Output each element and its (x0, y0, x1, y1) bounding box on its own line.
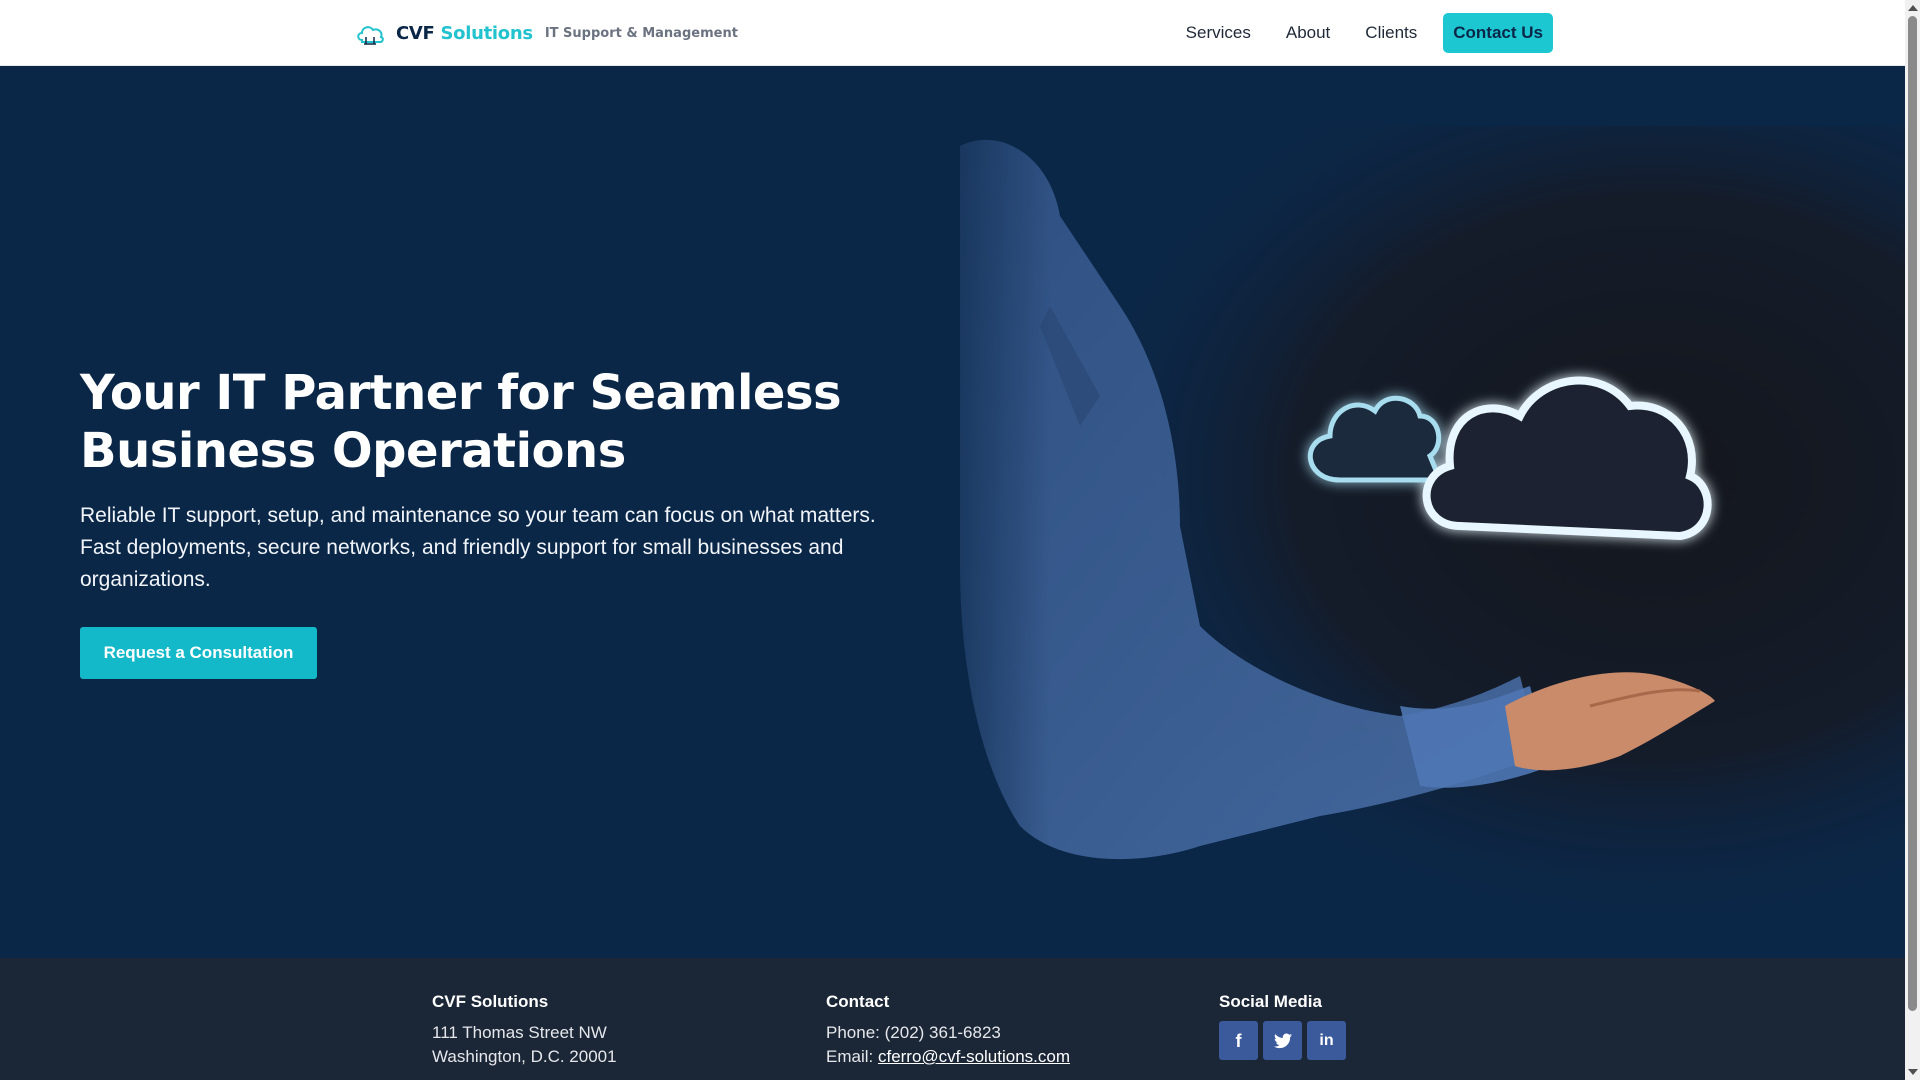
scroll-down-icon[interactable] (1908, 1069, 1918, 1075)
site-footer: CVF Solutions 111 Thomas Street NW Washi… (0, 958, 1905, 1080)
address-line1: 111 Thomas Street NW (432, 1023, 607, 1042)
cloud-logo-icon (357, 26, 384, 45)
brand-tagline: IT Support & Management (544, 25, 738, 41)
main-nav: Services About Clients Contact Us (1151, 13, 1553, 53)
scrollbar-thumb[interactable] (1908, 16, 1917, 1011)
brand-name: CVF Solutions (396, 22, 533, 44)
social-links: f in (1219, 1021, 1346, 1060)
page-scrollbar[interactable] (1905, 0, 1920, 1080)
footer-social-heading: Social Media (1219, 992, 1322, 1011)
logo[interactable]: CVF Solutions IT Support & Management (354, 18, 738, 48)
hero-illustration (900, 66, 1905, 958)
nav-clients[interactable]: Clients (1365, 23, 1417, 43)
address-line2: Washington, D.C. 20001 (432, 1047, 617, 1066)
request-consultation-button[interactable]: Request a Consultation (80, 627, 317, 679)
footer-contact-heading: Contact (826, 992, 890, 1011)
hero-section: Your IT Partner for Seamless Business Op… (0, 66, 1905, 958)
nav-about[interactable]: About (1286, 23, 1330, 43)
phone-line: Phone: (202) 361-6823 (826, 1023, 1001, 1042)
contact-us-button[interactable]: Contact Us (1443, 13, 1553, 53)
footer-company-heading: CVF Solutions (432, 992, 549, 1011)
footer-company: CVF Solutions 111 Thomas Street NW Washi… (432, 990, 617, 1069)
hero-description: Reliable IT support, setup, and maintena… (80, 504, 876, 591)
linkedin-icon[interactable]: in (1307, 1021, 1346, 1060)
email-link[interactable]: cferro@cvf-solutions.com (878, 1047, 1070, 1066)
twitter-icon[interactable] (1263, 1021, 1302, 1060)
scroll-up-icon[interactable] (1908, 5, 1918, 11)
footer-social: Social Media f in (1219, 990, 1346, 1060)
email-line: Email: cferro@cvf-solutions.com (826, 1047, 1070, 1066)
footer-contact: Contact Phone: (202) 361-6823 Email: cfe… (826, 990, 1070, 1069)
nav-services[interactable]: Services (1186, 23, 1251, 43)
facebook-icon[interactable]: f (1219, 1021, 1258, 1060)
phone-number: (202) 361-6823 (884, 1023, 1001, 1042)
hero-title: Your IT Partner for Seamless Business Op… (80, 365, 842, 479)
site-header: CVF Solutions IT Support & Management Se… (0, 0, 1905, 66)
